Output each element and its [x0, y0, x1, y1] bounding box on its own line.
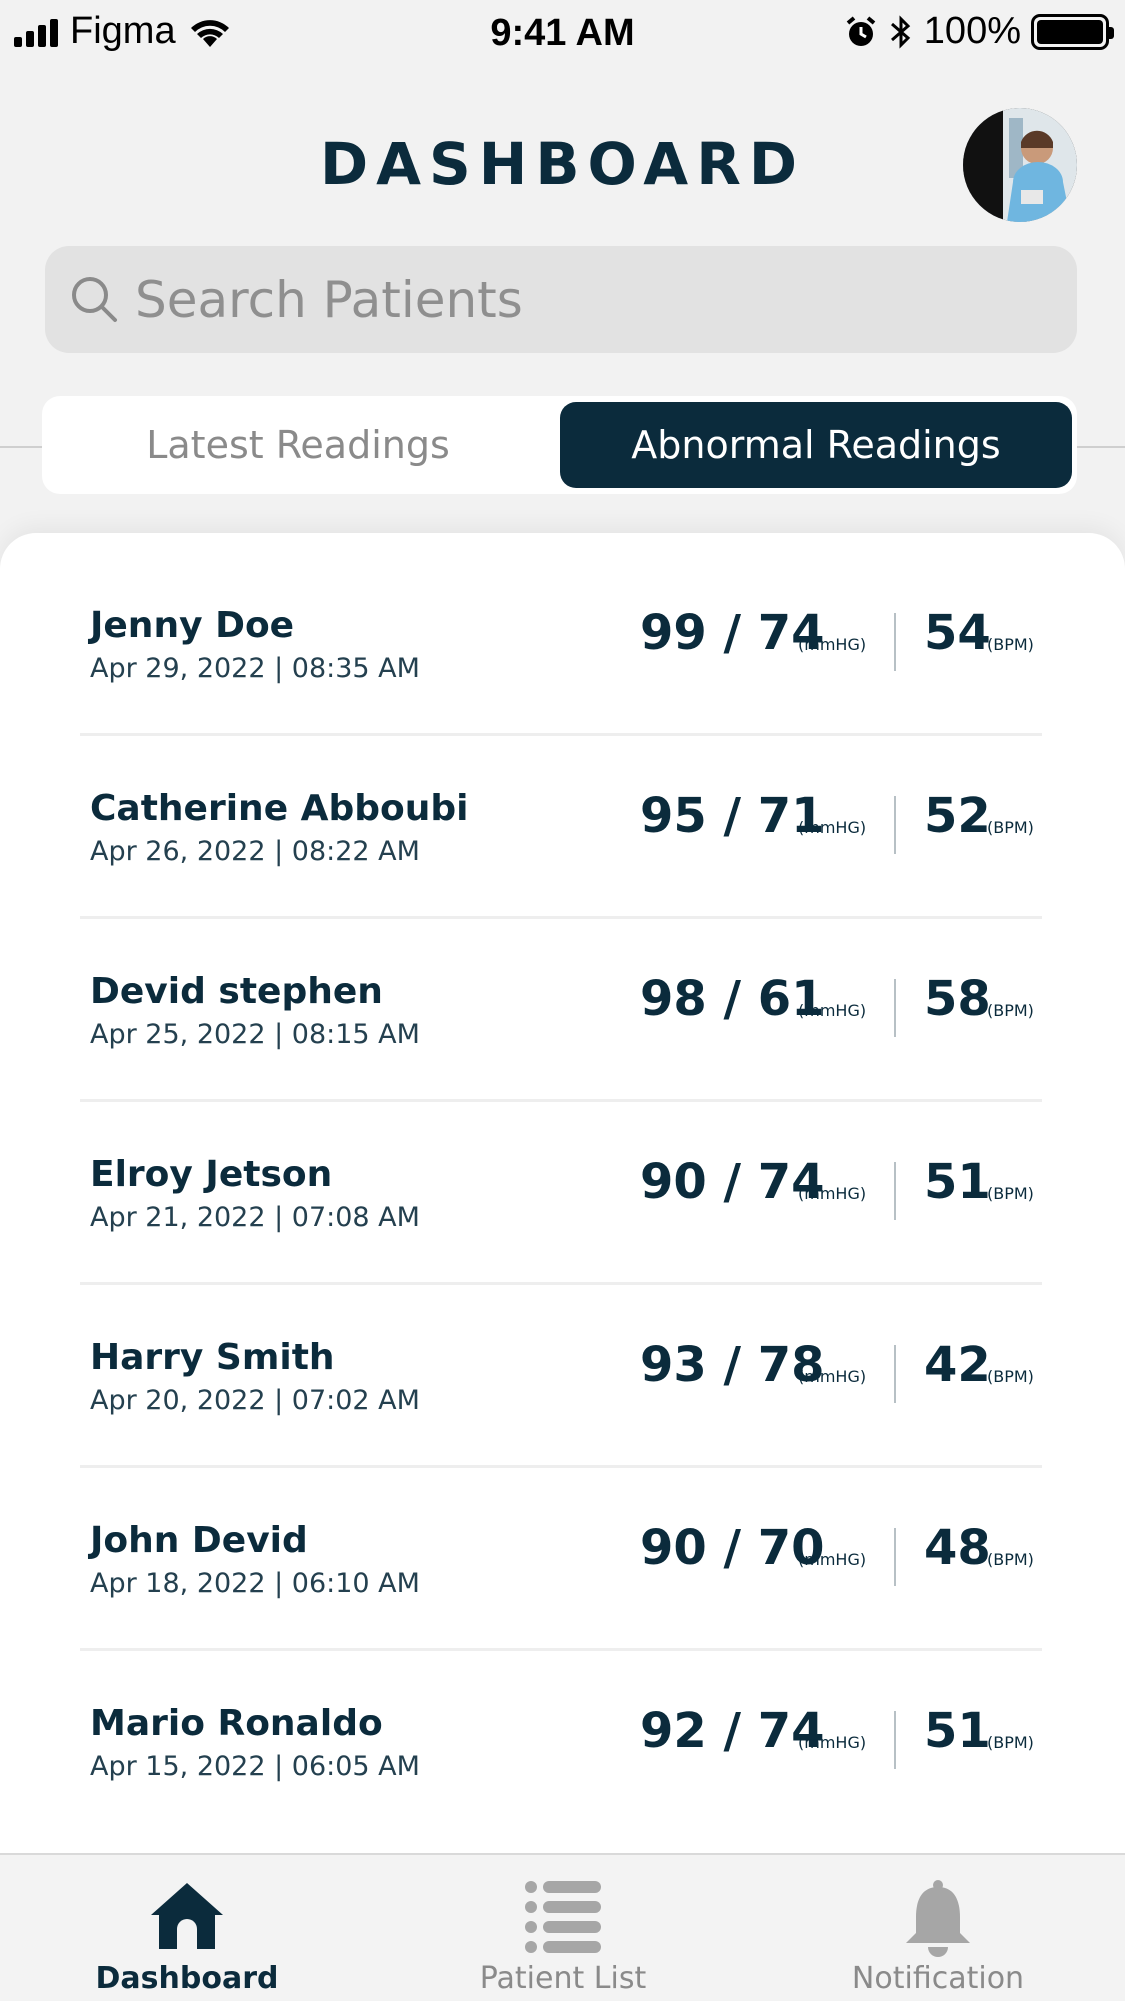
readings-tabs: Latest Readings Abnormal Readings	[42, 396, 1077, 494]
value-separator	[894, 613, 896, 671]
nav-patient-list[interactable]: Patient List	[413, 1855, 713, 2001]
reading-datetime: Apr 25, 2022 | 08:15 AM	[90, 1019, 420, 1050]
value-separator	[894, 1345, 896, 1403]
list-item[interactable]: Elroy Jetson Apr 21, 2022 | 07:08 AM 90 …	[0, 1102, 1125, 1285]
heart-rate-value: 51	[924, 1703, 991, 1759]
bluetooth-icon	[890, 14, 910, 49]
hr-unit: (BPM)	[987, 818, 1034, 837]
blood-pressure-value: 98 / 61	[640, 971, 825, 1027]
list-item[interactable]: Jenny Doe Apr 29, 2022 | 08:35 AM 99 / 7…	[0, 553, 1125, 736]
bp-unit: (mmHG)	[798, 1550, 867, 1569]
list-item[interactable]: Mario Ronaldo Apr 15, 2022 | 06:05 AM 92…	[0, 1651, 1125, 1834]
home-icon	[151, 1883, 223, 1949]
reading-datetime: Apr 29, 2022 | 08:35 AM	[90, 653, 420, 684]
blood-pressure-value: 93 / 78	[640, 1337, 825, 1393]
patient-name: Devid stephen	[90, 971, 383, 1012]
avatar[interactable]	[963, 108, 1077, 222]
value-separator	[894, 796, 896, 854]
reading-datetime: Apr 20, 2022 | 07:02 AM	[90, 1385, 420, 1416]
value-separator	[894, 1162, 896, 1220]
hr-unit: (BPM)	[987, 1550, 1034, 1569]
bp-unit: (mmHG)	[798, 635, 867, 654]
bp-unit: (mmHG)	[798, 1367, 867, 1386]
blood-pressure-value: 90 / 70	[640, 1520, 825, 1576]
bp-unit: (mmHG)	[798, 818, 867, 837]
hr-unit: (BPM)	[987, 1184, 1034, 1203]
hr-unit: (BPM)	[987, 1367, 1034, 1386]
bp-unit: (mmHG)	[798, 1733, 867, 1752]
list-item[interactable]: Devid stephen Apr 25, 2022 | 08:15 AM 98…	[0, 919, 1125, 1102]
value-separator	[894, 1711, 896, 1769]
patient-name: Catherine Abboubi	[90, 788, 469, 829]
patient-name: Jenny Doe	[90, 605, 295, 646]
patient-name: John Devid	[90, 1520, 308, 1561]
alarm-icon	[846, 15, 876, 46]
search-bar[interactable]	[45, 246, 1077, 353]
patient-name: Harry Smith	[90, 1337, 335, 1378]
bp-unit: (mmHG)	[798, 1184, 867, 1203]
patient-name: Elroy Jetson	[90, 1154, 333, 1195]
patient-name: Mario Ronaldo	[90, 1703, 383, 1744]
bp-unit: (mmHG)	[798, 1001, 867, 1020]
doctor-avatar-image	[963, 108, 1077, 222]
search-input[interactable]	[135, 246, 1055, 353]
readings-list: Jenny Doe Apr 29, 2022 | 08:35 AM 99 / 7…	[0, 533, 1125, 1853]
status-bar: Figma 9:41 AM 100%	[0, 0, 1125, 66]
battery-percent: 100%	[923, 10, 1021, 52]
heart-rate-value: 54	[924, 605, 991, 661]
blood-pressure-value: 90 / 74	[640, 1154, 825, 1210]
search-icon	[72, 277, 117, 322]
battery-icon	[1031, 13, 1114, 50]
reading-datetime: Apr 26, 2022 | 08:22 AM	[90, 836, 420, 867]
heart-rate-value: 52	[924, 788, 991, 844]
blood-pressure-value: 99 / 74	[640, 605, 825, 661]
nav-notification-label: Notification	[851, 1961, 1025, 1996]
hr-unit: (BPM)	[987, 635, 1034, 654]
hr-unit: (BPM)	[987, 1733, 1034, 1752]
tab-latest-readings[interactable]: Latest Readings	[48, 402, 548, 488]
blood-pressure-value: 92 / 74	[640, 1703, 825, 1759]
heart-rate-value: 42	[924, 1337, 991, 1393]
hr-unit: (BPM)	[987, 1001, 1034, 1020]
reading-datetime: Apr 18, 2022 | 06:10 AM	[90, 1568, 420, 1599]
nav-dashboard[interactable]: Dashboard	[37, 1855, 337, 2001]
list-item[interactable]: Harry Smith Apr 20, 2022 | 07:02 AM 93 /…	[0, 1285, 1125, 1468]
reading-datetime: Apr 15, 2022 | 06:05 AM	[90, 1751, 420, 1782]
heart-rate-value: 51	[924, 1154, 991, 1210]
heart-rate-value: 48	[924, 1520, 991, 1576]
value-separator	[894, 979, 896, 1037]
blood-pressure-value: 95 / 71	[640, 788, 825, 844]
tab-abnormal-readings[interactable]: Abnormal Readings	[560, 402, 1072, 488]
nav-notification[interactable]: Notification	[788, 1855, 1088, 2001]
list-item[interactable]: John Devid Apr 18, 2022 | 06:10 AM 90 / …	[0, 1468, 1125, 1651]
nav-dashboard-label: Dashboard	[95, 1961, 279, 1996]
heart-rate-value: 58	[924, 971, 991, 1027]
bell-icon	[906, 1880, 970, 1957]
bottom-nav: Dashboard Patient List Notification	[0, 1853, 1125, 2001]
list-item[interactable]: Catherine Abboubi Apr 26, 2022 | 08:22 A…	[0, 736, 1125, 919]
page-title: DASHBOARD	[320, 130, 805, 198]
nav-patient-list-label: Patient List	[479, 1961, 647, 1996]
reading-datetime: Apr 21, 2022 | 07:08 AM	[90, 1202, 420, 1233]
list-icon	[525, 1881, 601, 1953]
value-separator	[894, 1528, 896, 1586]
